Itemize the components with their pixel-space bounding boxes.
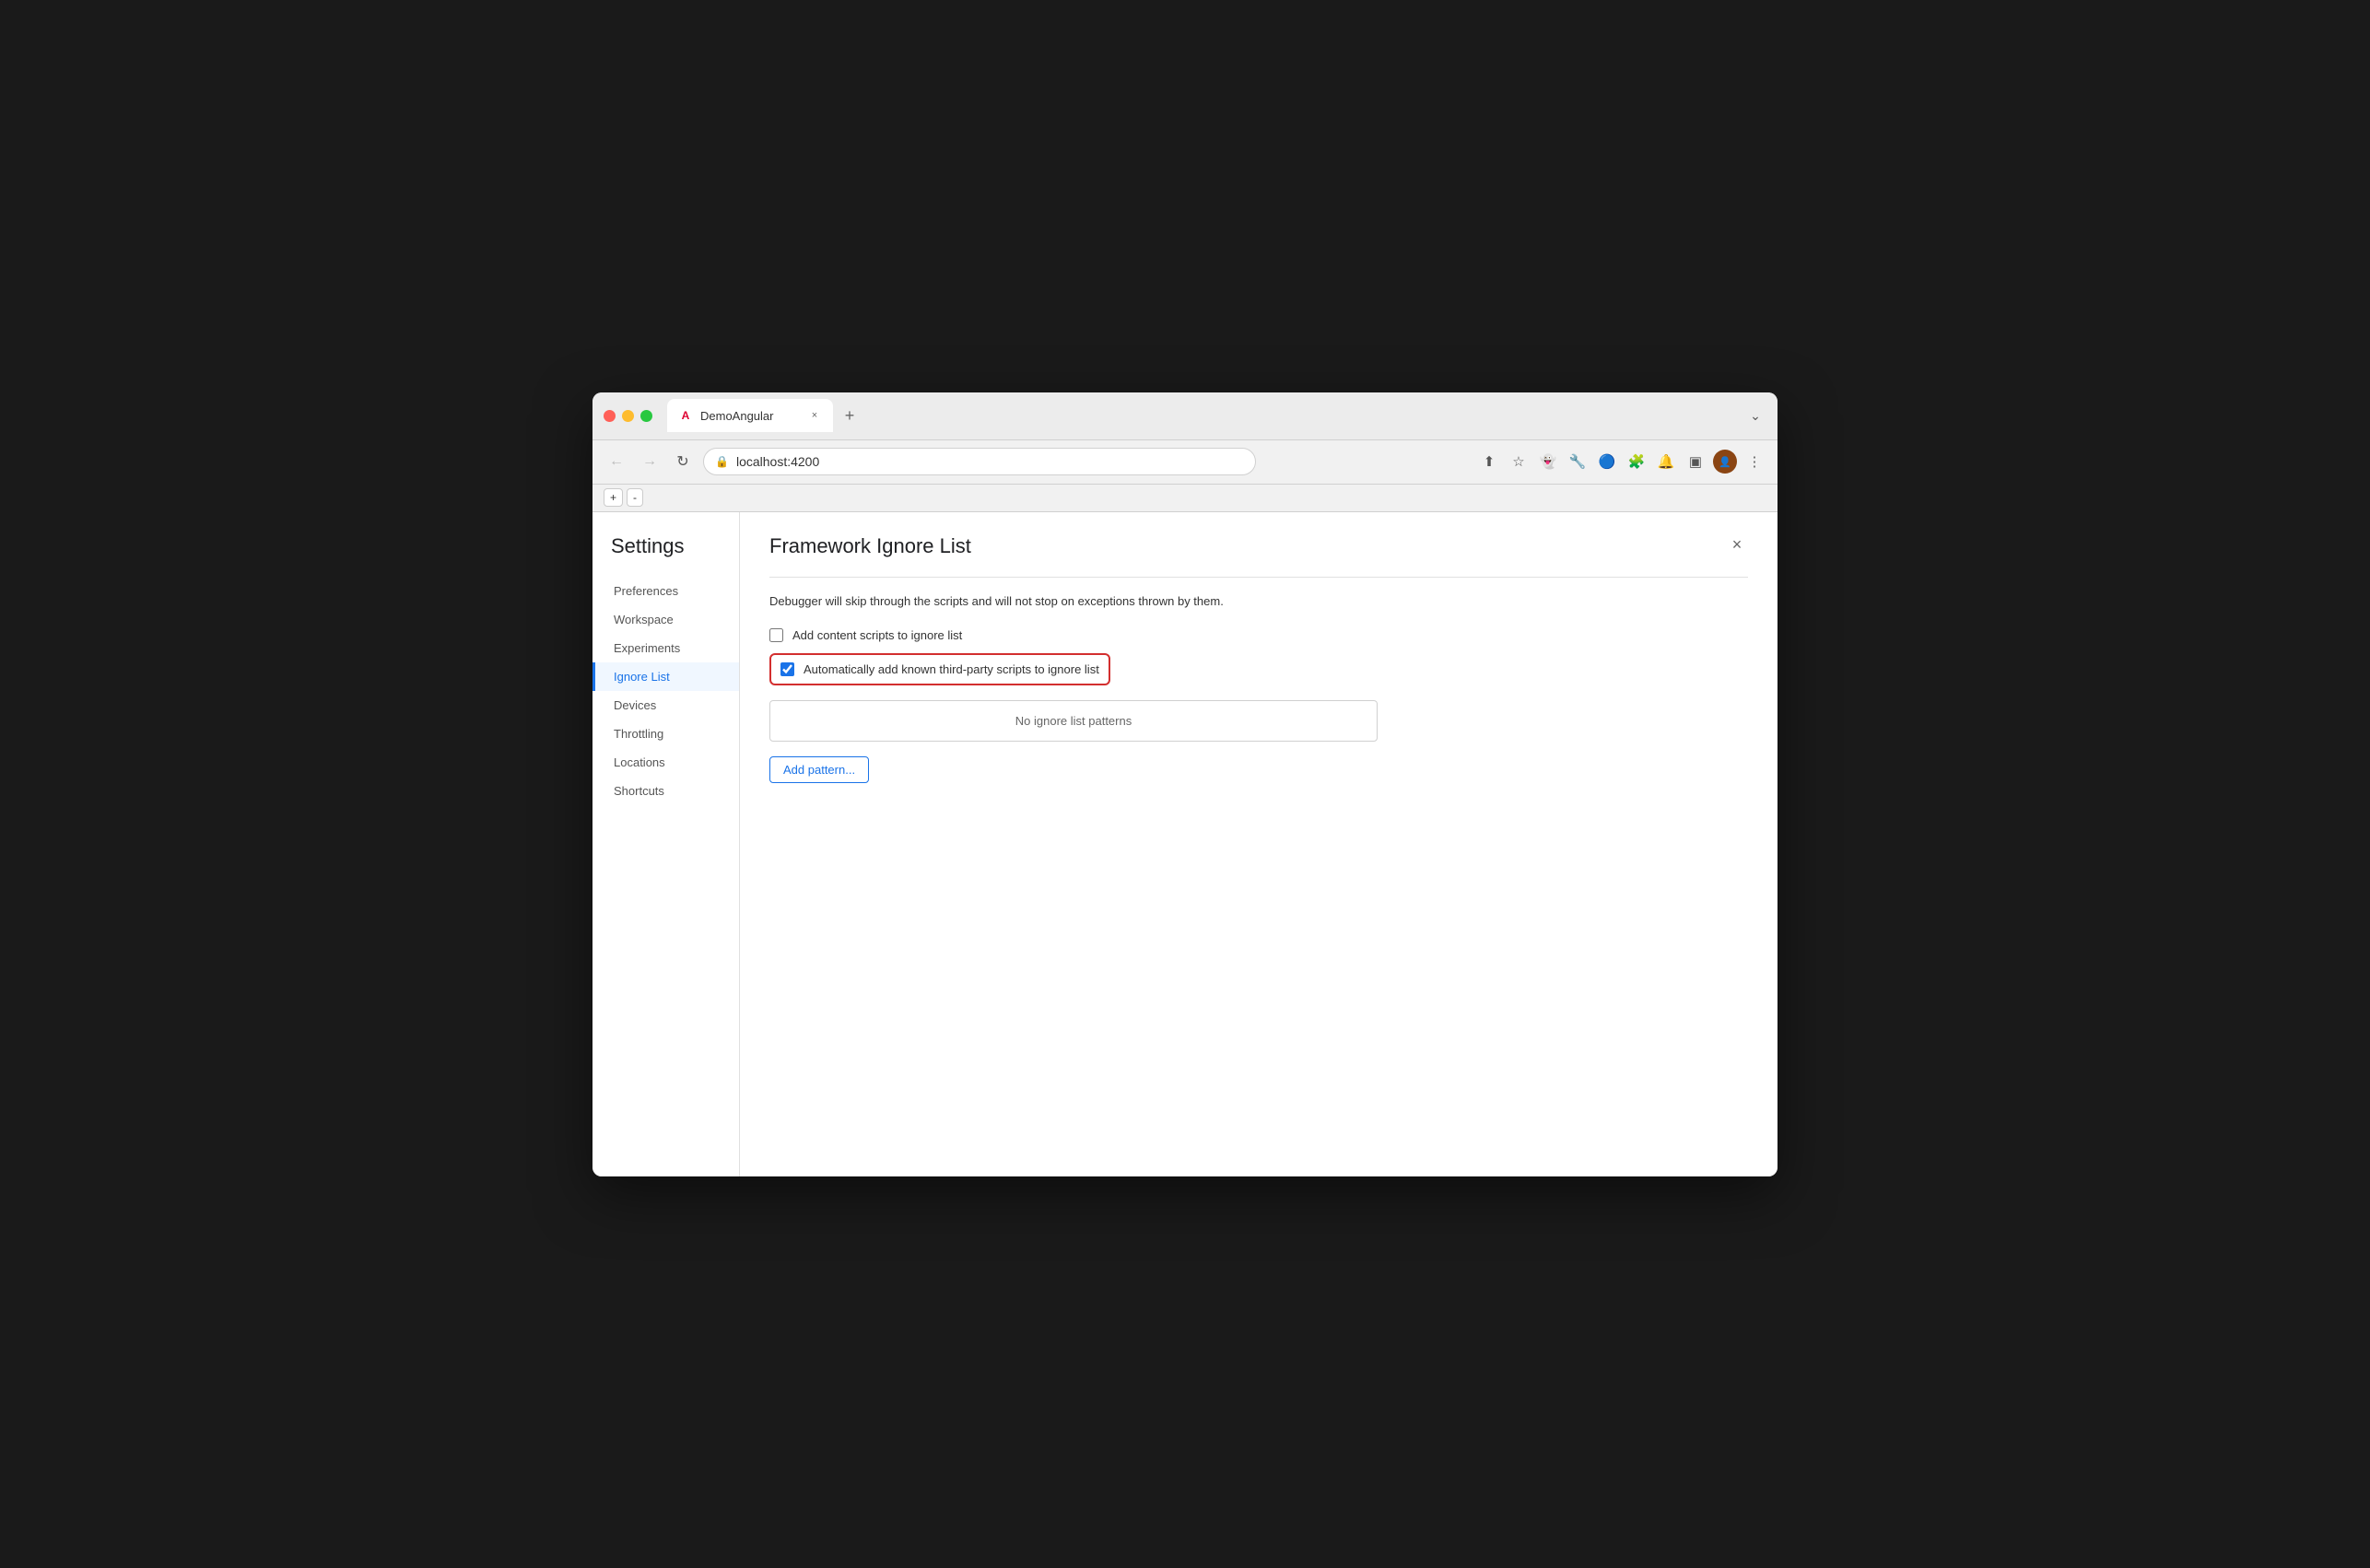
close-traffic-light[interactable] — [604, 410, 616, 422]
sidebar-item-locations-label: Locations — [614, 755, 665, 769]
third-party-scripts-label[interactable]: Automatically add known third-party scri… — [804, 662, 1099, 676]
settings-sidebar: Settings Preferences Workspace Experimen… — [592, 512, 740, 1176]
title-bar-controls: ⌄ — [1744, 404, 1766, 427]
bookmark-button-1[interactable]: + — [604, 488, 623, 507]
sidebar-item-ignore-list[interactable]: Ignore List — [592, 662, 739, 691]
bookmark-bar: + - — [592, 485, 1778, 512]
sidebar-item-experiments[interactable]: Experiments — [592, 634, 739, 662]
bookmark-button-2[interactable]: - — [627, 488, 643, 507]
extension-circle-icon[interactable]: 🔵 — [1595, 450, 1619, 474]
sidebar-item-devices-label: Devices — [614, 698, 656, 712]
content-scripts-label[interactable]: Add content scripts to ignore list — [792, 628, 962, 642]
maximize-traffic-light[interactable] — [640, 410, 652, 422]
panel-title: Framework Ignore List — [769, 534, 971, 558]
tab-favicon: A — [678, 408, 693, 423]
chrome-menu-icon[interactable]: ⋮ — [1742, 450, 1766, 474]
sidebar-item-experiments-label: Experiments — [614, 641, 680, 655]
forward-button[interactable]: → — [637, 449, 663, 474]
address-lock-icon: 🔒 — [715, 455, 729, 468]
sidebar-item-throttling[interactable]: Throttling — [592, 720, 739, 748]
sidebar-item-shortcuts-label: Shortcuts — [614, 784, 664, 798]
screen-cast-icon[interactable]: ▣ — [1684, 450, 1707, 474]
tab-title: DemoAngular — [700, 409, 800, 423]
panel-header: Framework Ignore List × — [769, 534, 1748, 566]
bookmark-star-icon[interactable]: ☆ — [1507, 450, 1531, 474]
minimize-traffic-light[interactable] — [622, 410, 634, 422]
traffic-lights — [604, 410, 652, 422]
panel-divider — [769, 577, 1748, 578]
sidebar-item-throttling-label: Throttling — [614, 727, 663, 741]
extensions-puzzle-icon[interactable]: 🧩 — [1625, 450, 1648, 474]
address-text: localhost:4200 — [736, 454, 819, 469]
active-tab[interactable]: A DemoAngular × — [667, 399, 833, 432]
title-bar: A DemoAngular × + ⌄ — [592, 392, 1778, 440]
share-icon[interactable]: ⬆ — [1477, 450, 1501, 474]
tab-close-button[interactable]: × — [807, 408, 822, 423]
tab-area: A DemoAngular × + — [667, 399, 1737, 432]
reload-button[interactable]: ↻ — [670, 449, 696, 474]
nav-bar: ← → ↻ 🔒 localhost:4200 ⬆ ☆ 👻 🔧 🔵 🧩 🔔 ▣ 👤… — [592, 440, 1778, 485]
panel-close-button[interactable]: × — [1726, 534, 1748, 556]
address-bar[interactable]: 🔒 localhost:4200 — [703, 448, 1256, 475]
extension-mask-icon[interactable]: 🔧 — [1566, 450, 1590, 474]
main-content: Settings Preferences Workspace Experimen… — [592, 512, 1778, 1176]
third-party-scripts-checkbox[interactable] — [780, 662, 794, 676]
content-scripts-checkbox[interactable] — [769, 628, 783, 642]
add-pattern-button[interactable]: Add pattern... — [769, 756, 869, 783]
sidebar-item-devices[interactable]: Devices — [592, 691, 739, 720]
panel-description: Debugger will skip through the scripts a… — [769, 592, 1748, 611]
ignore-list-empty-text: No ignore list patterns — [1015, 714, 1132, 728]
settings-title: Settings — [592, 531, 739, 577]
ignore-list-empty-box: No ignore list patterns — [769, 700, 1378, 742]
new-tab-button[interactable]: + — [837, 403, 862, 428]
nav-right-icons: ⬆ ☆ 👻 🔧 🔵 🧩 🔔 ▣ 👤 ⋮ — [1477, 450, 1766, 474]
sidebar-item-preferences-label: Preferences — [614, 584, 678, 598]
sidebar-item-ignore-list-label: Ignore List — [614, 670, 670, 684]
bookmark-plus-icon: + — [610, 491, 616, 504]
sidebar-item-workspace-label: Workspace — [614, 613, 674, 626]
browser-window: A DemoAngular × + ⌄ ← → ↻ 🔒 localhost:42… — [592, 392, 1778, 1176]
window-minimize-button[interactable]: ⌄ — [1744, 404, 1766, 427]
sidebar-item-locations[interactable]: Locations — [592, 748, 739, 777]
settings-content-panel: Framework Ignore List × Debugger will sk… — [740, 512, 1778, 1176]
profile-avatar[interactable]: 👤 — [1713, 450, 1737, 474]
sidebar-item-preferences[interactable]: Preferences — [592, 577, 739, 605]
highlighted-checkbox-row: Automatically add known third-party scri… — [769, 653, 1110, 685]
extension-bell-icon[interactable]: 🔔 — [1654, 450, 1678, 474]
back-button[interactable]: ← — [604, 449, 629, 474]
checkbox-row-content-scripts: Add content scripts to ignore list — [769, 628, 1748, 642]
bookmark-minus-icon: - — [633, 491, 637, 504]
sidebar-item-shortcuts[interactable]: Shortcuts — [592, 777, 739, 805]
extension-ghost-icon[interactable]: 👻 — [1536, 450, 1560, 474]
sidebar-item-workspace[interactable]: Workspace — [592, 605, 739, 634]
